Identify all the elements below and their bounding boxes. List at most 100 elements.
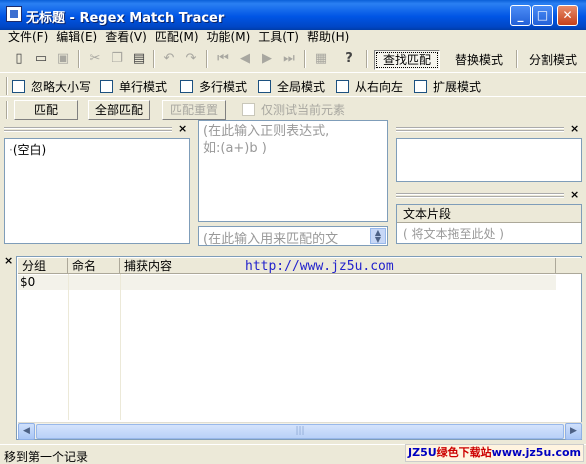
grid-line <box>120 274 121 420</box>
option-label: 忽略大小写 <box>31 80 92 94</box>
option-extended[interactable]: 扩展模式 <box>414 78 481 95</box>
match-button[interactable]: 匹配 <box>14 100 78 120</box>
option-global[interactable]: 全局模式 <box>258 78 325 95</box>
close-icon[interactable]: × <box>570 122 579 135</box>
toolbar-separator <box>153 50 155 68</box>
match-text-placeholder: (在此输入用来匹配的文 <box>203 232 339 247</box>
bookmark-icon[interactable]: ▦ <box>312 50 330 68</box>
checkbox[interactable] <box>100 80 113 93</box>
pane-grip[interactable] <box>396 193 564 198</box>
scroll-thumb[interactable]: ||| <box>36 424 564 439</box>
menu-view[interactable]: 查看(V) <box>101 28 151 46</box>
results-grid[interactable]: 分组 命名 捕获内容 $0 <box>18 258 582 438</box>
snippets-hint: ( 将文本拖至此处 ) <box>403 227 504 241</box>
checkbox[interactable] <box>242 103 255 116</box>
option-multi-line[interactable]: 多行模式 <box>180 78 247 95</box>
column-header-filler <box>556 258 582 274</box>
checkbox[interactable] <box>180 80 193 93</box>
option-label: 单行模式 <box>119 80 168 94</box>
status-text: 移到第一个记录 <box>4 450 89 464</box>
open-folder-icon[interactable]: ▭ <box>32 50 50 68</box>
pane-grip[interactable] <box>396 127 564 132</box>
app-icon <box>6 6 22 22</box>
prev-icon[interactable]: ◀ <box>236 50 254 68</box>
results-pane-bar: × <box>4 254 14 434</box>
window-title: 无标题 - Regex Match Tracer <box>26 11 225 26</box>
column-header-group[interactable]: 分组 <box>18 258 68 274</box>
minimize-button[interactable]: _ <box>510 5 531 26</box>
last-icon[interactable]: ⏭ <box>280 50 298 68</box>
column-header-name[interactable]: 命名 <box>68 258 120 274</box>
option-test-current-only[interactable]: 仅测试当前元素 <box>242 101 345 118</box>
scroll-left-icon[interactable]: ◀ <box>18 423 35 440</box>
undo-icon[interactable]: ↶ <box>160 50 178 68</box>
toolbar: ▯ ▭ ▣ ✂ ❐ ▤ ↶ ↷ ⏮ ◀ ▶ ⏭ ▦ ? 查找匹配 替换模式 分割… <box>0 46 586 72</box>
maximize-button[interactable]: □ <box>532 5 553 26</box>
first-icon[interactable]: ⏮ <box>214 50 232 68</box>
tree-node-root[interactable]: ·(空白) <box>9 141 46 158</box>
snippets-header: 文本片段 <box>397 205 581 223</box>
save-icon[interactable]: ▣ <box>54 50 72 68</box>
next-icon[interactable]: ▶ <box>258 50 276 68</box>
copy-icon[interactable]: ❐ <box>108 50 126 68</box>
checkbox[interactable] <box>336 80 349 93</box>
menu-help[interactable]: 帮助(H) <box>303 28 353 46</box>
snippets-pane-header[interactable]: × <box>396 188 582 201</box>
tree-node-label: (空白) <box>12 143 47 157</box>
menu-bar: 文件(F) 编辑(E) 查看(V) 匹配(M) 功能(M) 工具(T) 帮助(H… <box>0 28 586 46</box>
action-bar: 匹配 全部匹配 匹配重置 仅测试当前元素 <box>0 96 586 120</box>
cut-icon[interactable]: ✂ <box>86 50 104 68</box>
horizontal-scrollbar[interactable]: ◀ ||| ▶ <box>18 422 582 440</box>
menu-file[interactable]: 文件(F) <box>4 28 52 46</box>
scroll-right-icon[interactable]: ▶ <box>565 423 582 440</box>
toolbar-separator <box>78 50 80 68</box>
menu-edit[interactable]: 编辑(E) <box>52 28 101 46</box>
table-row[interactable]: $0 <box>18 275 556 290</box>
close-button[interactable]: ✕ <box>557 5 578 26</box>
checkbox[interactable] <box>414 80 427 93</box>
option-label: 全局模式 <box>277 80 326 94</box>
cell-group: $0 <box>20 275 36 289</box>
regex-tree-view[interactable]: ·(空白) <box>4 138 190 244</box>
site-watermark: JZ5U绿色下载站www.jz5u.com <box>405 444 584 462</box>
tree-pane-header[interactable]: × <box>4 122 190 135</box>
snippets-pane[interactable]: 文本片段 ( 将文本拖至此处 ) <box>396 204 582 244</box>
close-icon[interactable]: × <box>4 254 13 267</box>
watermark-brand: JZ5U <box>408 446 437 459</box>
match-text-input[interactable]: (在此输入用来匹配的文 ▲ ▼ <box>198 226 388 247</box>
toolbar-separator <box>304 50 306 68</box>
watermark-url: http://www.jz5u.com <box>245 259 394 274</box>
menu-tools[interactable]: 工具(T) <box>254 28 303 46</box>
help-icon[interactable]: ? <box>340 50 358 68</box>
close-icon[interactable]: × <box>570 188 579 201</box>
watermark-name: 绿色下载站 <box>436 446 492 459</box>
checkbox[interactable] <box>12 80 25 93</box>
option-label: 扩展模式 <box>433 80 482 94</box>
toolbar-separator <box>366 50 368 68</box>
new-file-icon[interactable]: ▯ <box>10 50 28 68</box>
option-single-line[interactable]: 单行模式 <box>100 78 167 95</box>
actions-grip <box>6 101 8 119</box>
menu-function[interactable]: 功能(M) <box>203 28 255 46</box>
regex-input[interactable]: (在此输入正则表达式, 如:(a+)b ) <box>198 120 388 222</box>
spin-icon[interactable]: ▲ ▼ <box>370 228 386 244</box>
checkbox[interactable] <box>258 80 271 93</box>
close-icon[interactable]: × <box>178 122 187 135</box>
find-match-mode-button[interactable]: 查找匹配 <box>374 50 440 70</box>
paste-icon[interactable]: ▤ <box>130 50 148 68</box>
regex-input-placeholder: (在此输入正则表达式, 如:(a+)b ) <box>203 124 330 156</box>
menu-match[interactable]: 匹配(M) <box>151 28 203 46</box>
replace-mode-button[interactable]: 替换模式 <box>446 50 512 70</box>
title-bar[interactable]: 无标题 - Regex Match Tracer _ □ ✕ <box>0 0 586 30</box>
option-right-to-left[interactable]: 从右向左 <box>336 78 403 95</box>
option-label: 仅测试当前元素 <box>261 103 346 117</box>
preview-pane-header[interactable]: × <box>396 122 582 135</box>
match-all-button[interactable]: 全部匹配 <box>88 100 150 120</box>
grid-line <box>68 274 69 420</box>
redo-icon[interactable]: ↷ <box>182 50 200 68</box>
option-ignore-case[interactable]: 忽略大小写 <box>12 78 91 95</box>
preview-pane <box>396 138 582 182</box>
pane-grip[interactable] <box>4 127 172 132</box>
split-mode-button[interactable]: 分割模式 <box>522 50 584 70</box>
match-reset-button[interactable]: 匹配重置 <box>162 100 226 120</box>
